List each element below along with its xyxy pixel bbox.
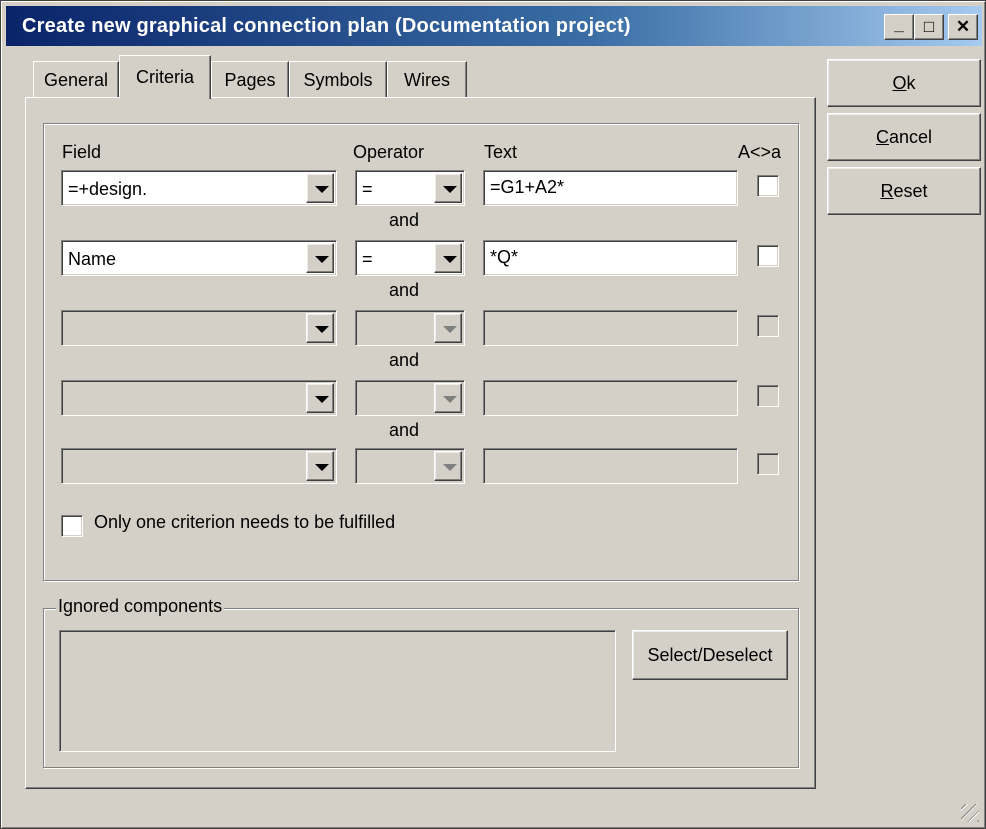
tab-symbols-label: Symbols — [303, 70, 373, 90]
chevron-down-icon — [434, 313, 462, 343]
maximize-icon: □ — [923, 17, 935, 36]
criterion-5-case-checkbox — [757, 453, 779, 475]
close-button[interactable]: ✕ — [948, 14, 978, 40]
close-icon: ✕ — [955, 17, 971, 36]
criterion-5-text-input — [483, 448, 738, 484]
tab-wires-label: Wires — [404, 70, 450, 90]
title-bar[interactable]: Create new graphical connection plan (Do… — [6, 6, 982, 46]
ok-button[interactable]: Ok — [827, 59, 981, 107]
criterion-2-field-combo[interactable]: Name — [61, 240, 337, 276]
criterion-2-text-input[interactable]: *Q* — [483, 240, 738, 276]
dialog-window: Create new graphical connection plan (Do… — [0, 0, 986, 829]
criterion-2-operator-value: = — [362, 249, 373, 269]
only-one-criterion-checkbox[interactable] — [61, 515, 83, 537]
criterion-2-field-value: Name — [68, 249, 117, 269]
window-title: Create new graphical connection plan (Do… — [22, 15, 631, 37]
chevron-down-icon — [306, 383, 334, 413]
field-header: Field — [62, 142, 102, 162]
criterion-1-field-combo[interactable]: =+design. — [61, 170, 337, 206]
criterion-2-case-checkbox[interactable] — [757, 245, 779, 267]
ignored-components-legend: Ignored components — [56, 596, 225, 617]
criterion-3-text-input — [483, 310, 738, 346]
chevron-down-icon — [434, 383, 462, 413]
criterion-1-field-value: =+design. — [68, 179, 148, 199]
only-one-criterion-label[interactable]: Only one criterion needs to be fulfilled — [94, 512, 395, 533]
resize-grip-icon[interactable] — [961, 804, 979, 822]
and-connector-4: and — [389, 420, 420, 440]
and-connector-3: and — [389, 350, 420, 370]
tab-criteria[interactable]: Criteria — [119, 55, 211, 99]
criterion-3-field-combo — [61, 310, 337, 346]
criteria-group: Field Operator Text A<>a =+design. = =G1… — [43, 123, 799, 581]
criterion-4-text-input — [483, 380, 738, 416]
criterion-1-operator-combo[interactable]: = — [355, 170, 465, 206]
criterion-4-field-combo — [61, 380, 337, 416]
tab-pages[interactable]: Pages — [211, 61, 289, 99]
criterion-3-operator-combo — [355, 310, 465, 346]
cancel-button[interactable]: Cancel — [827, 113, 981, 161]
and-connector-1: and — [389, 210, 420, 230]
criterion-5-operator-combo — [355, 448, 465, 484]
tab-criteria-label: Criteria — [135, 67, 194, 87]
chevron-down-icon[interactable] — [434, 243, 462, 273]
minimize-icon: _ — [894, 15, 904, 34]
reset-button[interactable]: Reset — [827, 167, 981, 215]
tab-general-label: General — [43, 70, 109, 90]
select-deselect-button[interactable]: Select/Deselect — [632, 630, 788, 680]
chevron-down-icon — [306, 451, 334, 481]
criterion-1-case-checkbox[interactable] — [757, 175, 779, 197]
minimize-button[interactable]: _ — [884, 14, 914, 40]
chevron-down-icon[interactable] — [434, 173, 462, 203]
text-header: Text — [484, 142, 518, 162]
chevron-down-icon[interactable] — [306, 243, 334, 273]
ignored-components-list[interactable] — [59, 630, 616, 752]
chevron-down-icon — [306, 313, 334, 343]
tab-wires[interactable]: Wires — [387, 61, 467, 99]
ignored-components-group: Ignored components Select/Deselect — [43, 596, 799, 768]
criterion-2-text-value: *Q* — [490, 247, 519, 267]
chevron-down-icon[interactable] — [306, 173, 334, 203]
case-sensitive-header: A<>a — [738, 142, 782, 162]
tab-pages-label: Pages — [224, 70, 276, 90]
ok-label: Ok — [892, 72, 916, 93]
criterion-5-field-combo — [61, 448, 337, 484]
criterion-1-operator-value: = — [362, 179, 373, 199]
criterion-3-case-checkbox — [757, 315, 779, 337]
operator-header: Operator — [353, 142, 425, 162]
tab-general[interactable]: General — [33, 61, 119, 99]
criterion-1-text-input[interactable]: =G1+A2* — [483, 170, 738, 206]
reset-label: Reset — [880, 180, 928, 201]
criterion-4-case-checkbox — [757, 385, 779, 407]
maximize-button[interactable]: □ — [914, 14, 944, 40]
tab-symbols[interactable]: Symbols — [289, 61, 387, 99]
criterion-2-operator-combo[interactable]: = — [355, 240, 465, 276]
chevron-down-icon — [434, 451, 462, 481]
select-deselect-label: Select/Deselect — [647, 644, 773, 665]
criterion-1-text-value: =G1+A2* — [490, 177, 565, 197]
criteria-tab-panel: Field Operator Text A<>a =+design. = =G1… — [25, 97, 816, 789]
and-connector-2: and — [389, 280, 420, 300]
cancel-label: Cancel — [875, 126, 933, 147]
criterion-4-operator-combo — [355, 380, 465, 416]
